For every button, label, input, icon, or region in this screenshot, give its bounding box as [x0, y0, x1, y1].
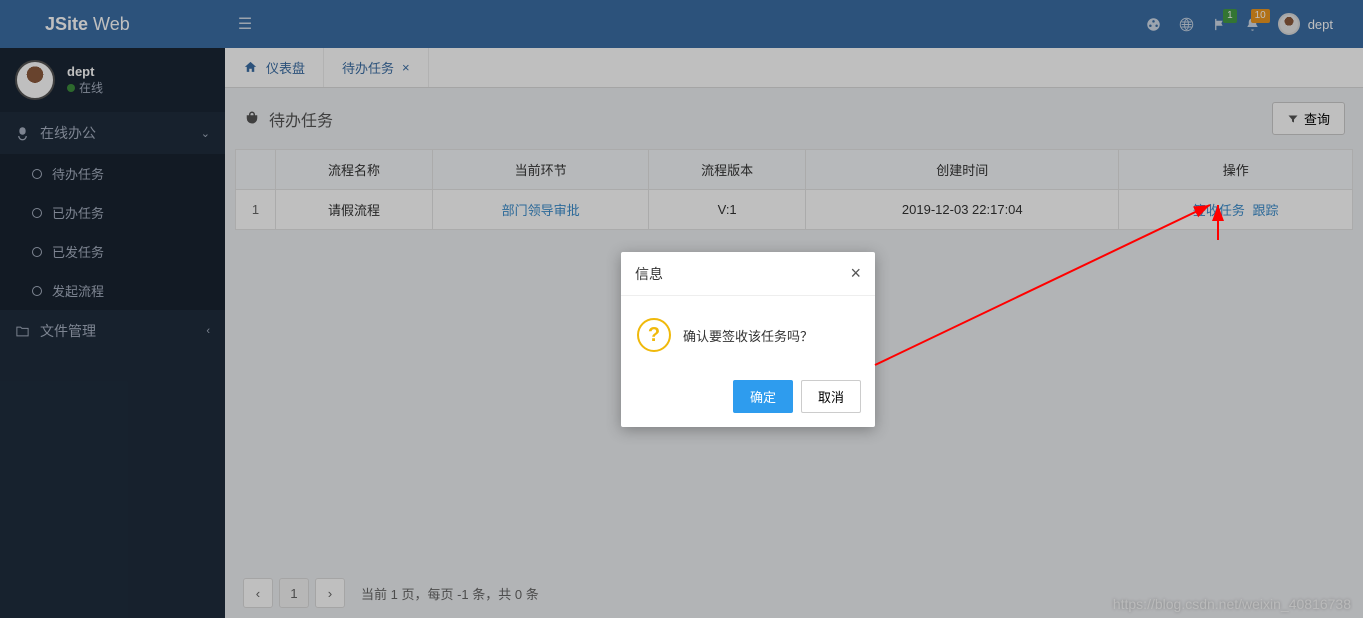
confirm-button[interactable]: 确定	[733, 380, 793, 413]
dialog-footer: 确定 取消	[621, 370, 875, 427]
dialog-body: ? 确认要签收该任务吗？	[621, 296, 875, 370]
confirm-dialog: 信息 × ? 确认要签收该任务吗？ 确定 取消	[621, 252, 875, 427]
question-icon: ?	[637, 318, 671, 352]
dialog-close-icon[interactable]: ×	[850, 263, 861, 284]
cancel-button[interactable]: 取消	[801, 380, 861, 413]
dialog-title: 信息	[635, 264, 663, 284]
dialog-message: 确认要签收该任务吗？	[683, 326, 813, 345]
dialog-header: 信息 ×	[621, 252, 875, 296]
